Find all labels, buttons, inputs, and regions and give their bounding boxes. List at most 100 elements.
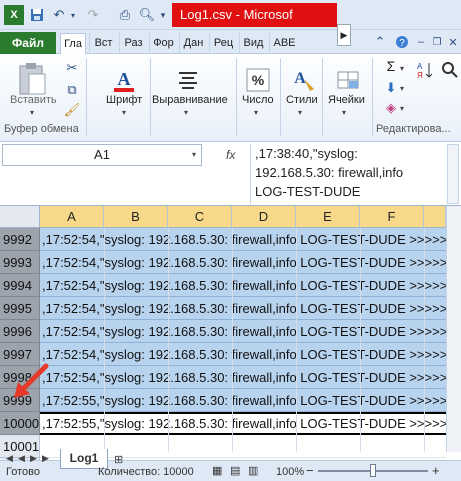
zoom-out-button[interactable]: − bbox=[306, 463, 314, 478]
zoom-slider-handle[interactable] bbox=[370, 464, 376, 477]
column-header-g[interactable] bbox=[424, 206, 446, 228]
clear-dropdown-icon[interactable]: ▾ bbox=[400, 104, 404, 113]
group-divider bbox=[236, 58, 237, 136]
column-header-c[interactable]: C bbox=[168, 206, 232, 228]
window-minimize-icon[interactable]: – bbox=[414, 32, 428, 52]
table-row-active[interactable]: ,17:52:55,"syslog: 192.168.5.30: firewal… bbox=[40, 412, 446, 435]
tab-scroll-right[interactable]: ▶ bbox=[337, 24, 351, 46]
undo-icon[interactable]: ↶ bbox=[50, 5, 68, 25]
autosum-icon[interactable]: Σ bbox=[382, 56, 400, 76]
tab-data[interactable]: Дан bbox=[179, 33, 207, 54]
status-ready: Готово bbox=[6, 466, 40, 478]
next-sheet-icon[interactable]: ▶ bbox=[30, 453, 37, 464]
name-box[interactable]: A1 bbox=[2, 144, 202, 166]
formula-scrollbar[interactable] bbox=[447, 144, 459, 204]
group-divider bbox=[86, 58, 87, 136]
alignment-dropdown-icon[interactable]: ▾ bbox=[184, 108, 188, 117]
customize-icon[interactable]: ▾ bbox=[158, 5, 168, 25]
column-gridline bbox=[232, 228, 233, 452]
svg-text:A: A bbox=[417, 62, 423, 71]
clear-icon[interactable]: ◈ bbox=[382, 98, 400, 118]
status-bar: ◀ ◀ ▶ ▶ Log1 ⊞ Готово Количество: 10000 … bbox=[0, 449, 461, 481]
number-label: Число bbox=[242, 94, 274, 106]
row-header[interactable]: 9995 bbox=[0, 297, 40, 320]
table-row[interactable]: ,17:52:54,"syslog: 192.168.5.30: firewal… bbox=[40, 366, 446, 389]
tab-insert[interactable]: Вст bbox=[89, 33, 117, 54]
row-header[interactable]: 9992 bbox=[0, 228, 40, 251]
table-row[interactable]: ,17:52:54,"syslog: 192.168.5.30: firewal… bbox=[40, 320, 446, 343]
row-header[interactable]: 10000 bbox=[0, 412, 40, 435]
fill-icon[interactable]: ⬇ bbox=[382, 78, 400, 98]
row-header[interactable]: 9994 bbox=[0, 274, 40, 297]
tab-home[interactable]: Гла bbox=[60, 33, 86, 54]
format-painter-icon[interactable]: 🖌︎ bbox=[64, 100, 81, 120]
column-header-a[interactable]: A bbox=[40, 206, 104, 228]
fill-dropdown-icon[interactable]: ▾ bbox=[400, 84, 404, 93]
column-header-d[interactable]: D bbox=[232, 206, 296, 228]
preview-icon[interactable]: 🔍︎ bbox=[138, 5, 156, 25]
page-break-view-icon[interactable]: ▥ bbox=[248, 464, 258, 477]
zoom-in-button[interactable]: + bbox=[432, 463, 440, 478]
cells-dropdown-icon[interactable]: ▾ bbox=[342, 108, 346, 117]
column-header-f[interactable]: F bbox=[360, 206, 424, 228]
formula-input[interactable]: ,17:38:40,"syslog: 192.168.5.30: firewal… bbox=[250, 144, 446, 204]
formula-bar: A1 ▾ fx ,17:38:40,"syslog: 192.168.5.30:… bbox=[0, 142, 461, 206]
first-sheet-icon[interactable]: ◀ bbox=[6, 453, 13, 464]
undo-dropdown-icon[interactable]: ▾ bbox=[68, 5, 78, 25]
minimize-ribbon-icon[interactable]: ⌃ bbox=[372, 32, 388, 52]
font-dropdown-icon[interactable]: ▾ bbox=[122, 108, 126, 117]
table-row[interactable]: ,17:52:54,"syslog: 192.168.5.30: firewal… bbox=[40, 274, 446, 297]
svg-text:%: % bbox=[252, 72, 265, 88]
status-count: Количество: 10000 bbox=[98, 466, 194, 478]
tab-abe[interactable]: ABE bbox=[269, 33, 299, 54]
font-label: Шрифт bbox=[106, 94, 143, 106]
select-all-corner[interactable] bbox=[0, 206, 40, 228]
cut-icon[interactable]: ✂ bbox=[64, 58, 80, 78]
ribbon-home: Вставить ▾ ✂ ⧉ 🖌︎ Буфер обмена A Шрифт ▾… bbox=[0, 54, 461, 142]
group-divider bbox=[150, 58, 151, 136]
column-header-b[interactable]: B bbox=[104, 206, 168, 228]
spreadsheet-grid: A B C D E F 9992 ,17:52:54,"syslog: 192.… bbox=[0, 206, 461, 468]
normal-view-icon[interactable]: ▦ bbox=[212, 464, 222, 477]
tab-page-layout[interactable]: Раз bbox=[119, 33, 147, 54]
name-box-dropdown-icon[interactable]: ▾ bbox=[192, 150, 196, 159]
table-row[interactable]: ,17:52:54,"syslog: 192.168.5.30: firewal… bbox=[40, 228, 446, 251]
column-gridline bbox=[104, 228, 105, 452]
zoom-level[interactable]: 100% bbox=[276, 466, 304, 478]
column-header-e[interactable]: E bbox=[296, 206, 360, 228]
number-dropdown-icon[interactable]: ▾ bbox=[254, 108, 258, 117]
prev-sheet-icon[interactable]: ◀ bbox=[18, 453, 25, 464]
table-row[interactable]: ,17:52:54,"syslog: 192.168.5.30: firewal… bbox=[40, 343, 446, 366]
page-layout-view-icon[interactable]: ▤ bbox=[230, 464, 240, 477]
window-restore-icon[interactable]: ❐ bbox=[430, 32, 444, 52]
row-header[interactable]: 9993 bbox=[0, 251, 40, 274]
sort-filter-icon[interactable]: AЯ bbox=[414, 60, 436, 80]
redo-icon[interactable]: ↷ bbox=[84, 5, 102, 25]
svg-text:A: A bbox=[118, 69, 131, 89]
vertical-scrollbar[interactable] bbox=[446, 206, 461, 452]
print-icon[interactable]: ⎙ bbox=[116, 5, 134, 25]
group-divider bbox=[372, 58, 373, 136]
copy-icon[interactable]: ⧉ bbox=[64, 80, 80, 100]
table-row[interactable]: ,17:52:54,"syslog: 192.168.5.30: firewal… bbox=[40, 297, 446, 320]
paste-label: Вставить bbox=[10, 94, 57, 106]
tab-view[interactable]: Вид bbox=[239, 33, 267, 54]
styles-label: Стили bbox=[286, 94, 318, 106]
autosum-dropdown-icon[interactable]: ▾ bbox=[400, 64, 404, 73]
window-close-icon[interactable]: ✕ bbox=[446, 32, 460, 52]
clipboard-group-label: Буфер обмена bbox=[4, 123, 79, 135]
find-select-icon[interactable] bbox=[440, 60, 460, 80]
row-header[interactable]: 9996 bbox=[0, 320, 40, 343]
styles-dropdown-icon[interactable]: ▾ bbox=[298, 108, 302, 117]
tab-file[interactable]: Файл bbox=[0, 32, 56, 54]
table-row[interactable]: ,17:52:55,"syslog: 192.168.5.30: firewal… bbox=[40, 389, 446, 412]
last-sheet-icon[interactable]: ▶ bbox=[42, 453, 49, 464]
column-gridline bbox=[360, 228, 361, 452]
insert-sheet-icon[interactable]: ⊞ bbox=[114, 453, 123, 466]
table-row[interactable]: ,17:52:54,"syslog: 192.168.5.30: firewal… bbox=[40, 251, 446, 274]
help-icon[interactable]: ? bbox=[394, 32, 410, 52]
paste-dropdown-icon[interactable]: ▾ bbox=[30, 108, 34, 117]
save-icon[interactable] bbox=[28, 5, 46, 25]
tab-review[interactable]: Рец bbox=[209, 33, 237, 54]
tab-formulas[interactable]: Фор bbox=[149, 33, 177, 54]
